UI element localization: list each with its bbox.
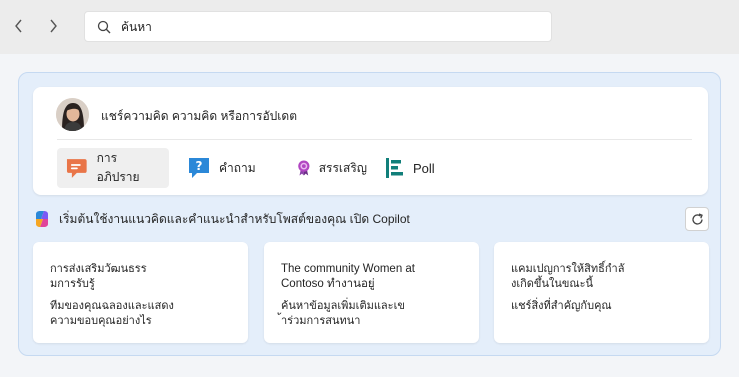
search-input[interactable] [121, 19, 521, 34]
suggestion-card[interactable]: The community Women at Contoso ทำงานอยู่… [264, 242, 479, 343]
post-type-label: สรรเสริญ [318, 160, 367, 175]
post-type-label: คำถาม [219, 160, 256, 175]
card-title-line: การส่งเสริมวัฒนธรร [50, 263, 147, 275]
post-type-question[interactable]: ? คำถาม [179, 148, 279, 188]
question-icon: ? [189, 158, 209, 178]
card-title-line: มการรับรู้ [50, 278, 95, 290]
card-description-line: แชร์สิ่งที่สำคัญกับคุณ [511, 300, 612, 312]
suggestions-heading: เริ่มต้นใช้งานแนวคิดและคำแนะนำสำหรับโพสต… [59, 211, 410, 226]
card-description-line: ทีมของคุณฉลองและแสดง [50, 300, 174, 312]
discussion-icon [66, 159, 87, 178]
svg-text:?: ? [196, 159, 203, 173]
composer-divider [57, 139, 692, 140]
forward-button[interactable] [42, 15, 64, 37]
poll-icon [386, 158, 403, 178]
browser-toolbar [0, 0, 739, 54]
card-title-line: Contoso ทำงานอยู่ [281, 278, 375, 290]
back-button[interactable] [8, 15, 30, 37]
avatar [56, 98, 89, 131]
praise-icon [298, 160, 310, 176]
suggestion-card[interactable]: การส่งเสริมวัฒนธรร มการรับรู้ ทีมของคุณฉ… [33, 242, 248, 343]
post-composer: แชร์ความคิด ความคิด หรือการอัปเดต การอภิ… [33, 87, 708, 195]
card-title-line: แคมเปญการให้สิทธิ์กำลั [511, 263, 625, 275]
refresh-suggestions-button[interactable] [685, 207, 709, 231]
card-title-line: งเกิดขึ้นในขณะนี้ [511, 278, 594, 290]
copilot-icon [36, 211, 48, 227]
chevron-left-icon [15, 19, 22, 33]
post-type-label: Poll [413, 160, 435, 176]
post-type-poll[interactable]: Poll [377, 148, 457, 188]
card-description-line: ้าร่วมการสนทนา [281, 315, 361, 327]
search-box[interactable] [84, 11, 552, 42]
refresh-icon [691, 212, 703, 225]
card-description-line: ความขอบคุณอย่างไร [50, 315, 152, 327]
card-description-line: ค้นหาข้อมูลเพิ่มเติมและเข [281, 300, 405, 312]
copilot-suggestions-header: เริ่มต้นใช้งานแนวคิดและคำแนะนำสำหรับโพสต… [33, 207, 708, 231]
chevron-right-icon [50, 19, 57, 33]
composer-prompt[interactable]: แชร์ความคิด ความคิด หรือการอัปเดต [101, 107, 297, 126]
search-icon [97, 20, 111, 33]
post-type-discussion[interactable]: การอภิปราย [57, 148, 169, 188]
card-title-line: The community Women at [281, 263, 416, 275]
feed-panel: แชร์ความคิด ความคิด หรือการอัปเดต การอภิ… [18, 72, 721, 356]
suggestion-card[interactable]: แคมเปญการให้สิทธิ์กำลั งเกิดขึ้นในขณะนี้… [494, 242, 709, 343]
post-type-praise[interactable]: สรรเสริญ [289, 148, 377, 188]
post-type-label: การอภิปราย [96, 151, 140, 184]
